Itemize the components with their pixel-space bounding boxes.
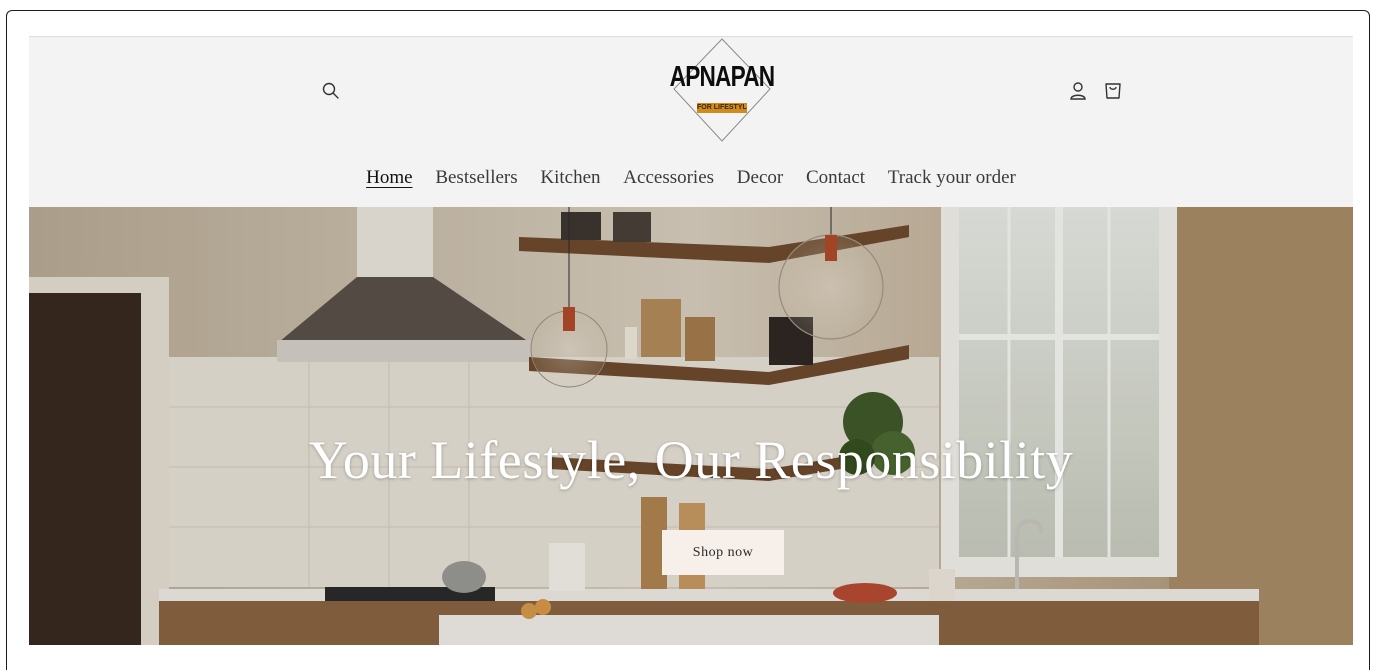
nav-item-kitchen[interactable]: Kitchen [540,167,600,189]
logo-text: APNAPAN [669,61,775,93]
nav-item-contact[interactable]: Contact [806,167,865,189]
main-nav: Home Bestsellers Kitchen Accessories Dec… [29,167,1353,189]
nav-item-home[interactable]: Home [366,167,412,189]
nav-item-accessories[interactable]: Accessories [623,167,714,189]
cart-button[interactable] [1102,80,1124,102]
search-icon [322,82,339,99]
hero-banner: Your Lifestyle, Our Responsibility Shop … [29,207,1353,645]
hero-kitchen-image [29,207,1353,645]
logo-tagline: FOR LIFESTYLE [697,103,747,113]
logo[interactable]: APNAPAN FOR LIFESTYLE [650,37,794,143]
cart-icon [1105,83,1121,99]
nav-item-decor[interactable]: Decor [737,167,783,189]
shop-now-button[interactable]: Shop now [662,530,784,575]
nav-item-bestsellers[interactable]: Bestsellers [435,167,517,189]
hero-title: Your Lifestyle, Our Responsibility [308,430,1074,490]
site: APNAPAN FOR LIFESTYLE Home Bestsellers K… [29,36,1353,645]
account-button[interactable] [1067,80,1089,102]
account-icon [1070,82,1086,100]
search-button[interactable] [321,81,341,101]
nav-item-track-order[interactable]: Track your order [888,167,1016,189]
